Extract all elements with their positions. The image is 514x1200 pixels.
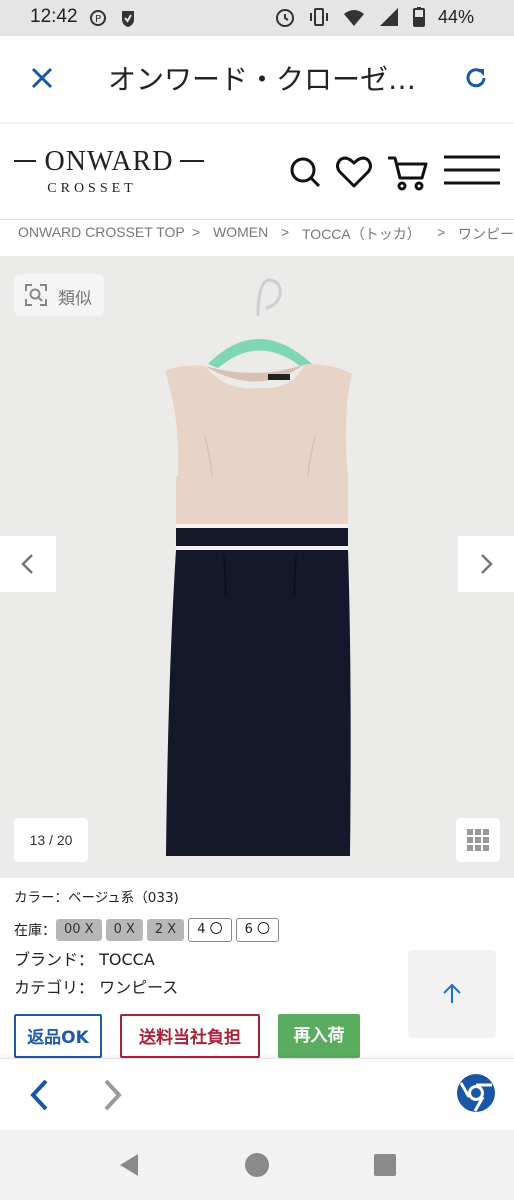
logo-main-text: ONWARD	[45, 146, 174, 177]
next-image-button[interactable]	[458, 536, 514, 592]
breadcrumb-separator: >	[281, 224, 290, 240]
circle-home-icon	[245, 1153, 269, 1177]
similar-label: 類似	[58, 289, 92, 309]
browser-header: オンワード・クローゼ…	[0, 36, 514, 122]
onward-logo: ONWARD CROSSET	[14, 146, 204, 196]
reload-button[interactable]	[456, 58, 496, 98]
alarm-icon	[275, 9, 294, 27]
breadcrumb-item-women[interactable]: WOMEN	[213, 224, 268, 240]
breadcrumb-separator: >	[192, 224, 201, 240]
android-navigation-bar	[0, 1130, 514, 1200]
breadcrumb-item-onepiece[interactable]: ワンピース	[458, 224, 514, 244]
breadcrumb-item-tocca[interactable]: TOCCA（トッカ）	[302, 224, 421, 244]
search-icon	[290, 157, 321, 188]
product-info: カラー：ベージュ系（033) 在庫： 00 X 0 X 2 X 4 〇 6 〇 …	[14, 886, 514, 997]
logo-sub-text: CROSSET	[47, 181, 136, 196]
browser-bottom-bar	[0, 1058, 514, 1131]
color-info: カラー：ベージュ系（033)	[14, 890, 179, 906]
hamburger-icon	[444, 155, 500, 185]
search-button[interactable]	[286, 152, 326, 192]
page-title: オンワード・クローゼ…	[108, 63, 417, 96]
open-in-chrome-button[interactable]	[454, 1071, 498, 1115]
triangle-back-icon	[120, 1154, 138, 1176]
status-right: 44%	[274, 6, 474, 28]
chevron-left-icon	[21, 554, 33, 574]
product-gallery[interactable]: 類似 13 / 20	[0, 256, 514, 878]
forward-button[interactable]	[92, 1075, 132, 1115]
size-chip-4[interactable]: 4 〇	[188, 918, 232, 942]
signal-icon	[379, 8, 398, 26]
free-shipping-badge: 送料当社負担	[120, 1014, 260, 1058]
restock-badge: 再入荷	[278, 1014, 360, 1058]
cart-icon	[388, 156, 428, 191]
return-ok-badge: 返品OK	[14, 1014, 102, 1058]
breadcrumb-item-top[interactable]: ONWARD CROSSET TOP	[18, 224, 185, 240]
notification-icon: P	[90, 10, 134, 27]
site-header: ONWARD CROSSET	[0, 124, 514, 220]
heart-icon	[336, 156, 372, 188]
size-chip-6[interactable]: 6 〇	[235, 918, 280, 942]
reload-icon	[466, 68, 486, 88]
category-info: カテゴリ： ワンピース	[14, 978, 179, 997]
size-chip-0[interactable]: 0 X	[105, 919, 143, 941]
svg-text:P: P	[95, 14, 101, 25]
back-arrow-icon	[30, 1079, 48, 1111]
chrome-icon	[457, 1074, 495, 1112]
back-button[interactable]	[20, 1075, 60, 1115]
stock-row: 在庫： 00 X 0 X 2 X 4 〇 6 〇	[14, 918, 283, 942]
product-image	[165, 278, 352, 856]
status-notification-icons: P	[90, 8, 150, 32]
close-icon	[31, 67, 53, 89]
brand-info: ブランド： TOCCA	[14, 950, 155, 969]
android-recents-button[interactable]	[370, 1150, 400, 1180]
favorite-button[interactable]	[334, 152, 374, 192]
forward-arrow-icon	[104, 1079, 122, 1111]
square-recents-icon	[374, 1154, 396, 1176]
android-home-button[interactable]	[242, 1150, 272, 1180]
cart-button[interactable]	[386, 152, 428, 192]
grid-icon	[467, 829, 489, 851]
wifi-icon	[343, 10, 364, 26]
android-back-button[interactable]	[114, 1150, 144, 1180]
status-time: 12:42	[30, 6, 78, 27]
arrow-up-icon	[443, 983, 461, 1003]
size-chip-2[interactable]: 2 X	[146, 919, 185, 941]
breadcrumb: ONWARD CROSSET TOP > WOMEN > TOCCA（トッカ） …	[0, 220, 514, 256]
menu-button[interactable]	[444, 152, 500, 192]
stock-label: 在庫：	[14, 923, 56, 939]
similar-search-button[interactable]: 類似	[14, 274, 104, 316]
close-button[interactable]	[22, 58, 62, 98]
vibrate-icon	[309, 8, 328, 26]
grid-view-button[interactable]	[456, 818, 500, 862]
prev-image-button[interactable]	[0, 536, 56, 592]
battery-percent: 44%	[437, 6, 474, 27]
breadcrumb-separator: >	[437, 224, 446, 240]
site-logo[interactable]: ONWARD CROSSET	[14, 146, 204, 196]
size-chip-00[interactable]: 00 X	[56, 919, 102, 941]
chevron-right-icon	[481, 554, 493, 574]
scroll-to-top-button[interactable]	[408, 950, 496, 1038]
image-counter: 13 / 20	[14, 818, 88, 862]
battery-icon	[412, 7, 425, 27]
visual-search-icon	[25, 284, 47, 306]
status-bar: 12:42 P 44%	[0, 0, 514, 36]
